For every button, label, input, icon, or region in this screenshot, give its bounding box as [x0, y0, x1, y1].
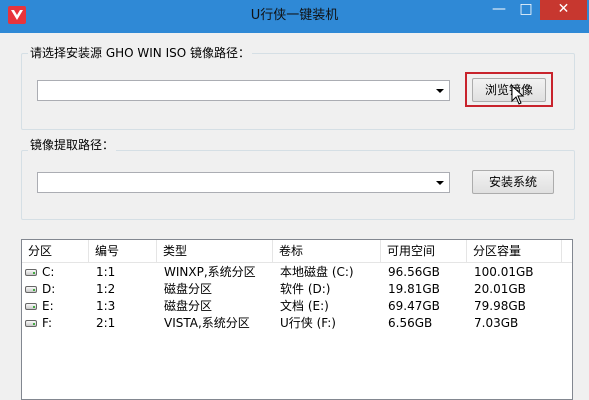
column-header-type[interactable]: 类型 — [157, 240, 273, 262]
column-header-size[interactable]: 分区容量 — [467, 240, 562, 262]
cell-size: 20.01GB — [474, 282, 526, 296]
column-header-partition[interactable]: 分区 — [22, 240, 89, 262]
cell-number: 1:1 — [96, 265, 116, 279]
cell-label: 文档 (E:) — [280, 299, 329, 313]
source-path-combo[interactable] — [37, 80, 450, 101]
install-system-button[interactable]: 安装系统 — [472, 170, 554, 194]
cell-size: 79.98GB — [474, 299, 526, 313]
table-row[interactable]: C: 1:1 WINXP,系统分区 本地磁盘 (C:) 96.56GB 100.… — [22, 264, 572, 281]
drive-icon — [25, 269, 37, 276]
extract-group-label: 镜像提取路径： — [28, 138, 117, 152]
extract-path-combo[interactable] — [37, 172, 450, 193]
source-path-input[interactable] — [40, 82, 420, 99]
cell-number: 1:3 — [96, 299, 116, 313]
cell-label: 软件 (D:) — [280, 282, 331, 296]
chevron-down-icon[interactable] — [432, 174, 448, 191]
minimize-button[interactable]: — — [486, 0, 512, 20]
cell-type: WINXP,系统分区 — [164, 265, 256, 279]
table-row[interactable]: E: 1:3 磁盘分区 文档 (E:) 69.47GB 79.98GB — [22, 298, 572, 315]
client-area: 请选择安装源 GHO WIN ISO 镜像路径： 浏览镜像 镜像提取路径： 安装… — [8, 33, 581, 400]
column-header-free[interactable]: 可用空间 — [381, 240, 467, 262]
table-row[interactable]: F: 2:1 VISTA,系统分区 U行侠 (F:) 6.56GB 7.03GB — [22, 315, 572, 332]
cell-label: U行侠 (F:) — [280, 316, 336, 330]
partition-list[interactable]: 分区 编号 类型 卷标 可用空间 分区容量 C: 1:1 WINXP,系统分区 … — [21, 239, 573, 400]
cell-type: 磁盘分区 — [164, 282, 213, 296]
cell-free: 69.47GB — [388, 299, 440, 313]
drive-icon — [25, 303, 37, 310]
cell-free: 6.56GB — [388, 316, 433, 330]
title-bar[interactable]: U行侠一键装机 — □ ✕ — [0, 0, 589, 33]
close-button[interactable]: ✕ — [540, 0, 587, 20]
cell-drive: F: — [42, 316, 53, 330]
column-header-number[interactable]: 编号 — [89, 240, 157, 262]
table-row[interactable]: D: 1:2 磁盘分区 软件 (D:) 19.81GB 20.01GB — [22, 281, 572, 298]
cell-free: 19.81GB — [388, 282, 440, 296]
maximize-button[interactable]: □ — [513, 0, 539, 20]
drive-icon — [25, 320, 37, 327]
cell-number: 2:1 — [96, 316, 116, 330]
mouse-cursor-icon — [511, 85, 525, 105]
cell-type: VISTA,系统分区 — [164, 316, 250, 330]
cell-number: 1:2 — [96, 282, 116, 296]
column-header-label[interactable]: 卷标 — [273, 240, 381, 262]
source-group-label: 请选择安装源 GHO WIN ISO 镜像路径： — [28, 46, 253, 60]
cell-drive: C: — [42, 265, 55, 279]
cell-size: 100.01GB — [474, 265, 534, 279]
partition-list-header: 分区 编号 类型 卷标 可用空间 分区容量 — [22, 240, 572, 263]
browse-image-button[interactable]: 浏览镜像 — [472, 78, 546, 102]
chevron-down-icon[interactable] — [432, 82, 448, 99]
cell-size: 7.03GB — [474, 316, 519, 330]
cell-free: 96.56GB — [388, 265, 440, 279]
main-window: U行侠一键装机 — □ ✕ 请选择安装源 GHO WIN ISO 镜像路径： 浏… — [0, 0, 589, 400]
extract-path-input[interactable] — [40, 174, 420, 191]
cell-type: 磁盘分区 — [164, 299, 213, 313]
drive-icon — [25, 286, 37, 293]
cell-drive: E: — [42, 299, 54, 313]
cell-drive: D: — [42, 282, 56, 296]
cell-label: 本地磁盘 (C:) — [280, 265, 354, 279]
